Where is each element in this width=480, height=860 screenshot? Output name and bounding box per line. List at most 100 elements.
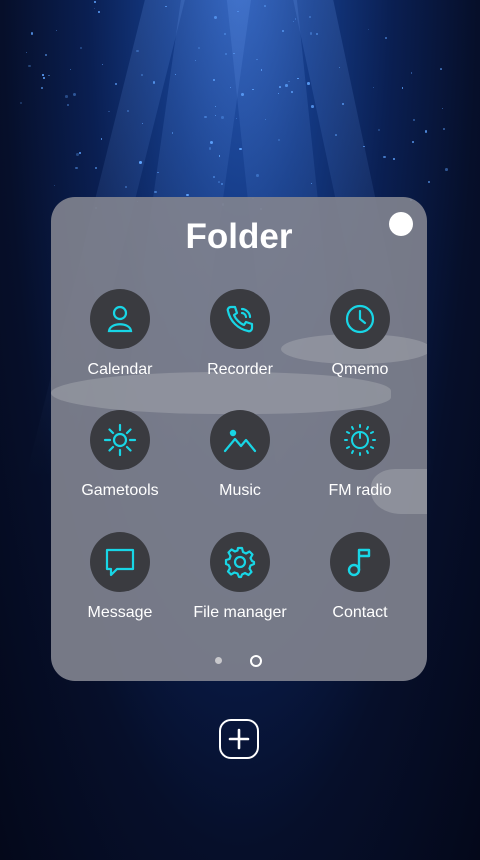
star-dot [100,138,103,140]
star-dot [238,147,242,151]
star-dot [97,10,101,14]
star-dot [20,102,22,105]
app-label: File manager [193,604,287,621]
star-dot [75,166,78,170]
folder-option-toggle[interactable] [389,212,413,236]
star-dot [186,193,189,197]
star-dot [277,92,279,94]
star-dot [42,73,45,76]
star-dot [174,73,176,75]
star-dot [198,46,200,49]
star-dot [204,115,207,118]
app-label: Contact [332,604,388,621]
star-dot [78,152,82,155]
star-dot [136,49,139,53]
star-dot [290,90,293,93]
app-file-manager[interactable]: File manager [180,532,300,622]
sun-icon [90,410,150,470]
app-gametools[interactable]: Gametools [60,410,180,500]
plus-icon [228,728,250,750]
app-label: Recorder [207,361,273,378]
message-icon [90,532,150,592]
app-fm-radio[interactable]: FM radio [300,410,420,500]
app-label: Music [219,482,261,499]
star-dot [65,95,68,98]
star-dot [373,86,375,88]
star-dot [424,130,428,133]
star-dot [108,110,110,113]
star-dot [427,180,431,184]
star-dot [53,185,56,187]
star-dot [393,157,396,160]
star-dot [311,104,315,108]
star-dot [79,47,82,49]
star-dot [42,77,45,80]
app-label: Calendar [87,361,153,378]
star-dot [263,5,266,7]
star-dot [413,119,415,121]
star-dot [48,74,50,77]
star-dot [126,109,129,112]
star-dot [220,116,224,119]
add-app-button[interactable] [219,719,259,759]
star-dot [67,104,69,107]
star-dot [309,32,313,35]
star-dot [30,32,34,35]
star-dot [94,7,96,9]
star-dot [114,82,118,85]
app-qmemo[interactable]: Qmemo [300,289,420,379]
star-dot [307,82,310,85]
page-indicator-1[interactable] [215,657,222,664]
phone-icon [210,289,270,349]
star-dot [410,72,413,74]
star-dot [125,185,127,188]
star-dot [73,93,77,97]
star-dot [288,80,290,82]
star-dot [292,20,294,23]
app-label: Gametools [81,482,159,499]
star-dot [310,182,312,185]
star-dot [260,69,262,71]
star-dot [28,65,31,68]
star-dot [40,86,44,89]
star-dot [94,167,97,170]
dial-icon [330,410,390,470]
star-dot [101,63,104,65]
app-calendar[interactable]: Calendar [60,289,180,379]
star-dot [252,88,254,90]
person-icon [90,289,150,349]
star-dot [213,176,215,178]
star-dot [440,68,443,71]
star-dot [223,32,226,35]
star-dot [93,0,97,4]
star-dot [278,138,280,141]
star-dot [442,108,444,110]
star-dot [55,30,58,32]
star-dot [154,190,157,193]
gear-icon [210,532,270,592]
image-icon [210,410,270,470]
app-message[interactable]: Message [60,532,180,622]
app-contact[interactable]: Contact [300,532,420,622]
star-dot [401,86,404,89]
star-dot [443,127,445,130]
star-dot [383,156,386,159]
star-dot [378,128,381,132]
star-dot [213,15,217,19]
star-dot [240,93,244,96]
app-recorder[interactable]: Recorder [180,289,300,379]
app-label: Message [87,604,153,621]
page-indicator-2[interactable] [250,655,262,667]
star-dot [208,147,212,150]
music-note-icon [330,532,390,592]
star-dot [367,28,370,31]
star-dot [445,167,448,171]
star-dot [363,145,365,147]
star-dot [285,84,288,87]
folder-title[interactable]: Folder [51,217,427,257]
clock-icon [330,289,390,349]
star-dot [194,59,196,61]
app-music[interactable]: Music [180,410,300,500]
app-label: Qmemo [331,361,389,378]
star-dot [44,53,47,56]
